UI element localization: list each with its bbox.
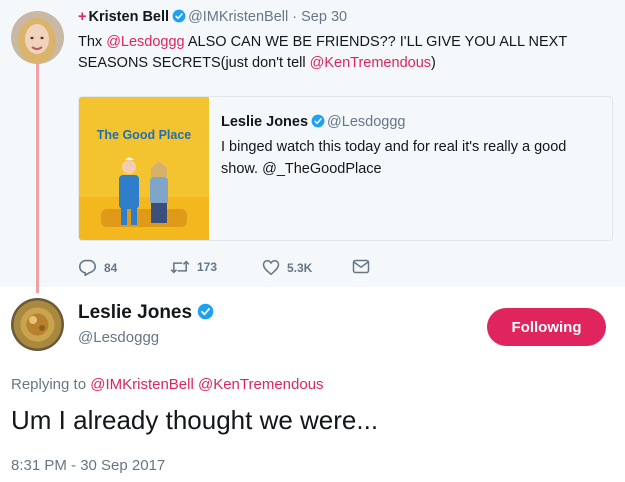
reply-icon xyxy=(78,259,97,276)
replying-to: Replying to @IMKristenBell @KenTremendou… xyxy=(11,376,324,393)
separator: · xyxy=(292,9,298,25)
direct-message-button[interactable] xyxy=(352,259,370,274)
direct-message-icon xyxy=(352,259,370,274)
heart-icon xyxy=(262,259,280,276)
mention-link[interactable]: @KenTremendous xyxy=(310,55,431,71)
retweet-count: 173 xyxy=(197,260,218,274)
retweet-icon xyxy=(170,260,190,274)
avatar[interactable] xyxy=(11,11,64,64)
mention-link[interactable]: @KenTremendous xyxy=(198,376,324,393)
quoted-tweet-card[interactable]: The Good Place Leslie Jones @Lesdoggg I b… xyxy=(78,96,613,241)
show-title-graphic: The Good Place xyxy=(97,128,192,142)
like-button[interactable]: 5.3K xyxy=(262,259,312,276)
quote-image: The Good Place xyxy=(79,97,209,240)
reply-count: 84 xyxy=(104,260,118,275)
verified-badge-icon xyxy=(197,303,214,320)
tweet-text: Thx @Lesdoggg ALSO CAN WE BE FRIENDS?? I… xyxy=(78,32,613,74)
like-count: 5.3K xyxy=(287,260,313,275)
tweet-text-part: Thx xyxy=(78,34,107,50)
mention-link[interactable]: @IMKristenBell xyxy=(90,376,194,393)
quote-author-handle[interactable]: @Lesdoggg xyxy=(327,114,405,130)
mention-link[interactable]: @Lesdoggg xyxy=(106,34,184,50)
quote-text: I binged watch this today and for real i… xyxy=(221,139,567,177)
tweet-header: + Kristen Bell @IMKristenBell · Sep 30 xyxy=(78,9,347,25)
plus-icon: + xyxy=(78,9,87,25)
quote-author-name[interactable]: Leslie Jones xyxy=(221,114,308,130)
author-name[interactable]: Kristen Bell xyxy=(88,9,169,25)
tweet-text-part: ) xyxy=(431,55,436,71)
author-name[interactable]: Leslie Jones xyxy=(78,302,216,324)
reply-button[interactable]: 84 xyxy=(78,259,117,276)
retweet-button[interactable]: 173 xyxy=(170,259,217,275)
verified-badge-icon xyxy=(172,9,186,23)
tweet-timestamp[interactable]: 8:31 PM - 30 Sep 2017 xyxy=(11,457,165,474)
replying-to-label: Replying to xyxy=(11,376,91,393)
author-handle[interactable]: @IMKristenBell xyxy=(188,9,288,25)
following-button[interactable]: Following xyxy=(487,308,606,346)
verified-badge-icon xyxy=(311,114,325,128)
author-name-text: Leslie Jones xyxy=(78,302,193,323)
tweet-text: Um I already thought we were... xyxy=(11,405,379,435)
avatar[interactable] xyxy=(11,298,64,351)
thread-line xyxy=(36,64,39,293)
tweet-date[interactable]: Sep 30 xyxy=(301,9,347,25)
quote-header: Leslie Jones @Lesdoggg xyxy=(221,114,405,130)
author-handle[interactable]: @Lesdoggg xyxy=(78,329,159,346)
